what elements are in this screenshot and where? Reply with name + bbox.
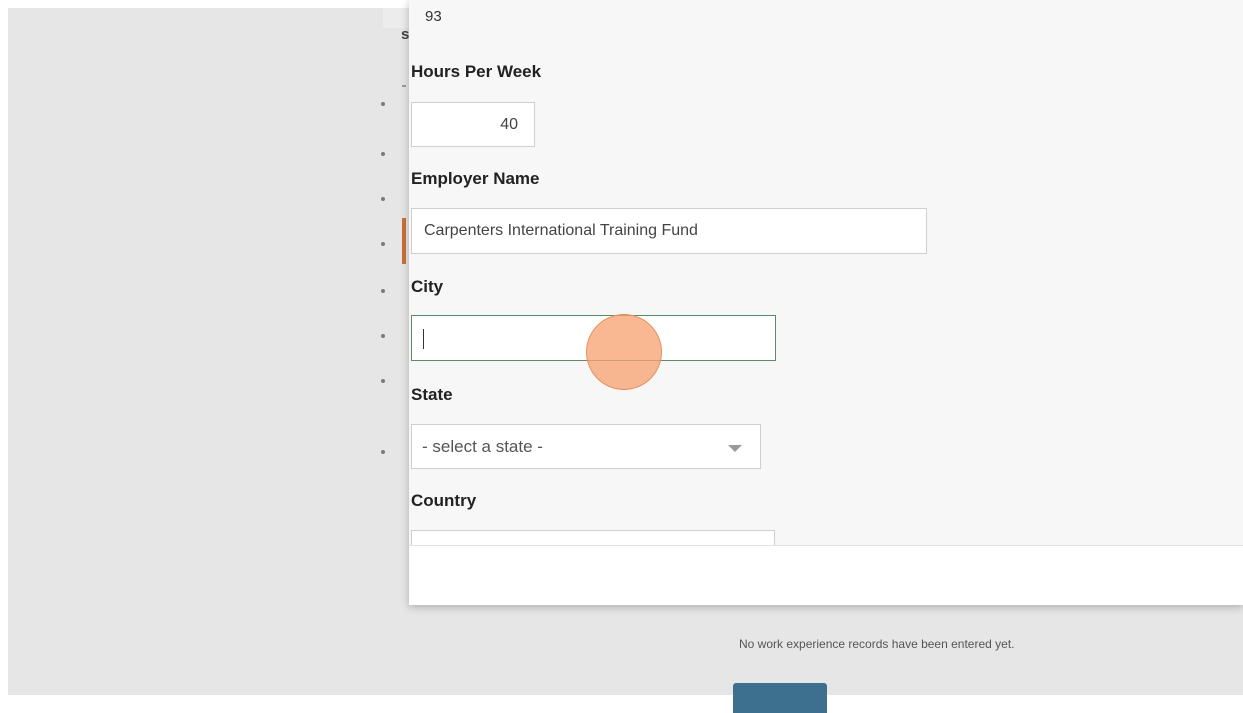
state-label: State: [411, 385, 453, 404]
nav-bullet: [381, 289, 385, 293]
add-button[interactable]: [733, 683, 827, 713]
click-indicator: [586, 314, 662, 390]
state-selected-value: - select a state -: [422, 437, 543, 456]
country-select[interactable]: [411, 530, 775, 545]
active-nav-indicator: [402, 218, 406, 264]
chevron-down-icon: [728, 445, 742, 452]
nav-bullet: [381, 102, 385, 106]
nav-bullet: [381, 197, 385, 201]
nav-bullet: [381, 242, 385, 246]
nav-bullet: [381, 379, 385, 383]
hours-per-week-input[interactable]: 40: [411, 102, 535, 147]
state-select[interactable]: - select a state -: [411, 424, 761, 469]
text-cursor: [423, 329, 424, 349]
work-experience-modal: 93 Hours Per Week 40 Employer Name Carpe…: [409, 0, 1243, 605]
modal-scroll-area[interactable]: 93 Hours Per Week 40 Employer Name Carpe…: [409, 0, 1243, 545]
nav-bullet: [381, 450, 385, 454]
employer-name-input[interactable]: Carpenters International Training Fund: [411, 208, 927, 254]
empty-records-message: No work experience records have been ent…: [739, 637, 1015, 651]
previous-field-value: 93: [425, 8, 442, 25]
modal-footer: [409, 545, 1243, 605]
country-label: Country: [411, 491, 477, 510]
employer-name-label: Employer Name: [411, 169, 540, 188]
nav-bullet: [381, 152, 385, 156]
hours-per-week-label: Hours Per Week: [411, 62, 542, 81]
city-label: City: [411, 277, 444, 296]
nav-bullet: [381, 334, 385, 338]
background-dash: [402, 85, 406, 87]
